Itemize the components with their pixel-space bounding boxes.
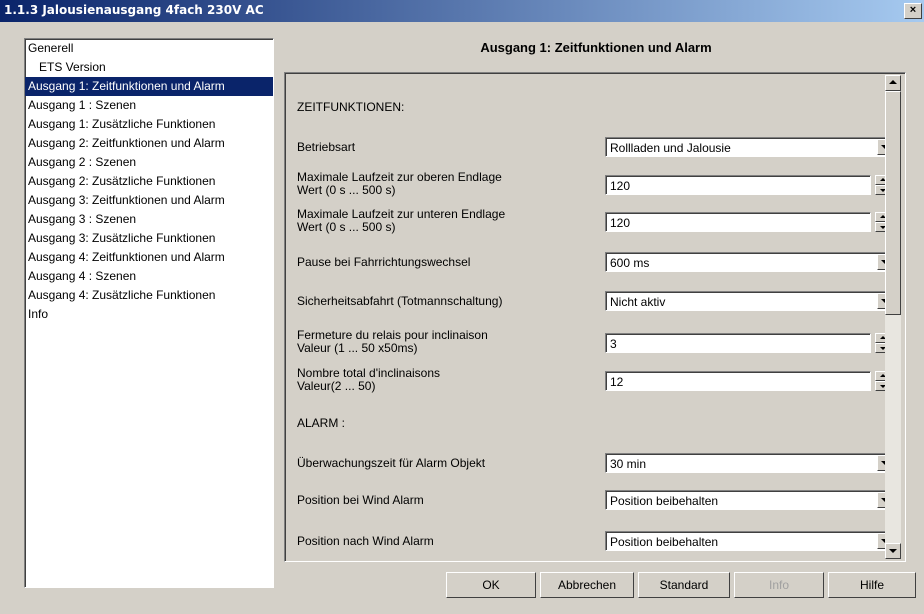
tree-item-ausgang3-zeitfunktionen[interactable]: Ausgang 3: Zeitfunktionen und Alarm (25, 191, 273, 210)
param-range-max-laufzeit-oben: Wert (0 s ... 500 s) (297, 183, 396, 197)
position-nach-wind-select[interactable]: Position beibehalten (605, 531, 895, 551)
max-laufzeit-oben-spinner[interactable]: 120 (605, 175, 895, 195)
section-alarm: ALARM : (297, 416, 346, 430)
tree-item-ausgang4-szenen[interactable]: Ausgang 4 : Szenen (25, 267, 273, 286)
param-label-ueberwachungszeit: Überwachungszeit für Alarm Objekt (297, 456, 486, 470)
tree-item-ausgang4-zeitfunktionen[interactable]: Ausgang 4: Zeitfunktionen und Alarm (25, 248, 273, 267)
spinner-field[interactable]: 12 (605, 371, 871, 391)
spinner-value: 120 (610, 216, 631, 230)
page-heading: Ausgang 1: Zeitfunktionen und Alarm (480, 40, 712, 55)
window-title: 1.1.3 Jalousienausgang 4fach 230V AC (4, 3, 264, 17)
scroll-down-icon[interactable] (885, 543, 901, 559)
select-value: Rollladen und Jalousie (610, 141, 731, 155)
tree-item-ausgang3-szenen[interactable]: Ausgang 3 : Szenen (25, 210, 273, 229)
ok-button[interactable]: OK (446, 572, 536, 598)
close-button[interactable]: × (904, 3, 922, 19)
sicherheitsabfahrt-select[interactable]: Nicht aktiv (605, 291, 895, 311)
position-bei-wind-select[interactable]: Position beibehalten (605, 490, 895, 510)
tree-item-generell[interactable]: Generell (25, 39, 273, 58)
param-label-position-bei-wind: Position bei Wind Alarm (297, 493, 424, 507)
param-range-max-laufzeit-unten: Wert (0 s ... 500 s) (297, 220, 396, 234)
help-button[interactable]: Hilfe (828, 572, 916, 598)
ueberwachungszeit-select[interactable]: 30 min (605, 453, 895, 473)
param-range-fermeture: Valeur (1 ... 50 x50ms) (297, 341, 418, 355)
param-label-position-nach-wind: Position nach Wind Alarm (297, 534, 434, 548)
spinner-field[interactable]: 3 (605, 333, 871, 353)
pause-select[interactable]: 600 ms (605, 252, 895, 272)
tree-item-ausgang1-zeitfunktionen[interactable]: Ausgang 1: Zeitfunktionen und Alarm (25, 77, 273, 96)
parameter-panel: ZEITFUNKTIONEN: Betriebsart Rollladen un… (284, 72, 906, 562)
section-zeitfunktionen: ZEITFUNKTIONEN: (297, 100, 405, 114)
tree-item-ausgang2-zeitfunktionen[interactable]: Ausgang 2: Zeitfunktionen und Alarm (25, 134, 273, 153)
tree-item-info[interactable]: Info (25, 305, 273, 324)
select-value: Nicht aktiv (610, 295, 666, 309)
scroll-up-icon[interactable] (885, 75, 901, 91)
tree-item-ausgang3-zusaetzliche[interactable]: Ausgang 3: Zusätzliche Funktionen (25, 229, 273, 248)
spinner-value: 120 (610, 179, 631, 193)
param-label-betriebsart: Betriebsart (297, 140, 356, 154)
tree-item-ausgang2-szenen[interactable]: Ausgang 2 : Szenen (25, 153, 273, 172)
parameter-tree: Generell ETS Version Ausgang 1: Zeitfunk… (24, 38, 274, 588)
scroll-thumb[interactable] (885, 91, 901, 315)
max-laufzeit-unten-spinner[interactable]: 120 (605, 212, 895, 232)
tree-item-ausgang1-szenen[interactable]: Ausgang 1 : Szenen (25, 96, 273, 115)
tree-item-ausgang2-zusaetzliche[interactable]: Ausgang 2: Zusätzliche Funktionen (25, 172, 273, 191)
vertical-scrollbar[interactable] (885, 75, 901, 559)
param-range-nombre-inclinaisons: Valeur(2 ... 50) (297, 379, 376, 393)
title-bar: 1.1.3 Jalousienausgang 4fach 230V AC × (0, 0, 924, 22)
info-button: Info (734, 572, 824, 598)
tree-item-ets-version[interactable]: ETS Version (25, 58, 273, 77)
select-value: 30 min (610, 457, 647, 471)
spinner-value: 3 (610, 337, 617, 351)
spinner-value: 12 (610, 375, 624, 389)
tree-item-ausgang1-zusaetzliche[interactable]: Ausgang 1: Zusätzliche Funktionen (25, 115, 273, 134)
select-value: Position beibehalten (610, 535, 719, 549)
standard-button[interactable]: Standard (638, 572, 730, 598)
param-label-sicherheitsabfahrt: Sicherheitsabfahrt (Totmannschaltung) (297, 294, 503, 308)
select-value: 600 ms (610, 256, 650, 270)
nombre-inclinaisons-spinner[interactable]: 12 (605, 371, 895, 391)
select-value: Position beibehalten (610, 494, 719, 508)
cancel-button[interactable]: Abbrechen (540, 572, 634, 598)
fermeture-spinner[interactable]: 3 (605, 333, 895, 353)
spinner-field[interactable]: 120 (605, 175, 871, 195)
spinner-field[interactable]: 120 (605, 212, 871, 232)
tree-item-ausgang4-zusaetzliche[interactable]: Ausgang 4: Zusätzliche Funktionen (25, 286, 273, 305)
param-label-pause: Pause bei Fahrrichtungswechsel (297, 255, 471, 269)
betriebsart-select[interactable]: Rollladen und Jalousie (605, 137, 895, 157)
